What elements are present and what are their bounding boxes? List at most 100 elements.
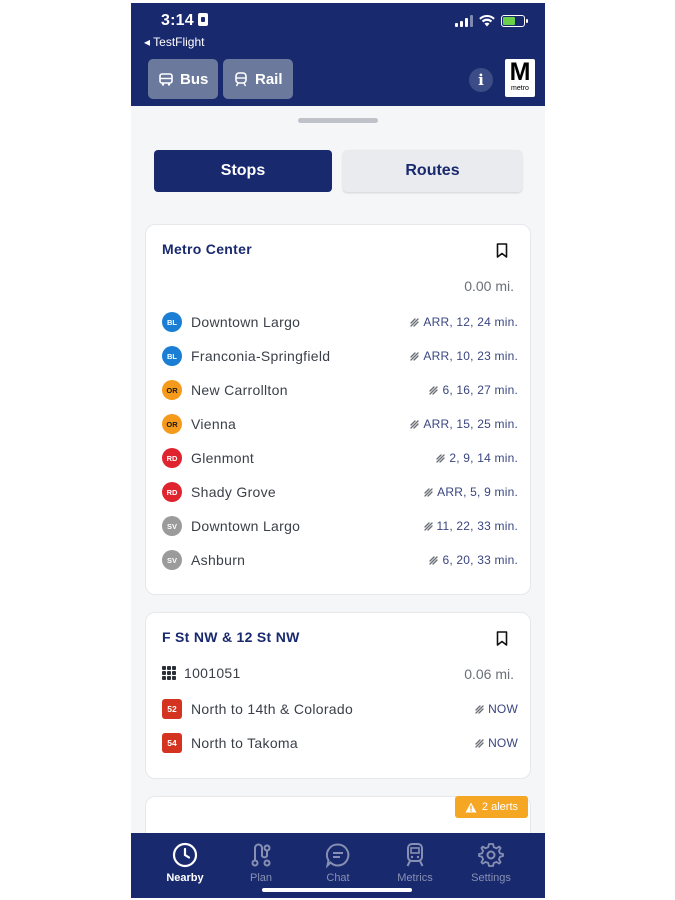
gear-icon [478, 843, 504, 867]
back-to-app-link[interactable]: ◂ TestFlight [144, 35, 205, 49]
destination: Ashburn [191, 552, 246, 568]
bus-arrival-row[interactable]: 52 North to 14th & Colorado NOW [162, 698, 518, 720]
cellular-signal-icon [455, 15, 473, 27]
status-icons [455, 15, 528, 27]
home-indicator[interactable] [262, 888, 412, 892]
arrival-times: ARR, 5, 9 min. [424, 485, 518, 499]
arrival-times-text: ARR, 12, 24 min. [423, 315, 518, 329]
stop-id: 1001051 [184, 665, 241, 681]
arrival-row[interactable]: OR New Carrollton 6, 16, 27 min. [162, 379, 518, 401]
metro-logo-letter: M [509, 58, 531, 86]
realtime-icon [475, 738, 484, 748]
arrival-times: 6, 20, 33 min. [429, 553, 518, 567]
route-badge: 52 [162, 699, 182, 719]
arrival-row[interactable]: SV Ashburn 6, 20, 33 min. [162, 549, 518, 571]
arrival-times: ARR, 12, 24 min. [410, 315, 518, 329]
bus-stop-card[interactable]: F St NW & 12 St NW 1001051 0.06 mi. 52 No… [145, 612, 531, 779]
realtime-icon [410, 419, 420, 429]
tab-chat[interactable]: Chat [298, 841, 378, 884]
destination: New Carrollton [191, 382, 288, 398]
arrival-times-text: ARR, 5, 9 min. [437, 485, 518, 499]
clock-icon [172, 842, 198, 868]
nearby-sheet: Stops Routes Metro Center 0.00 mi. BL Dow… [131, 106, 545, 876]
train-icon [406, 843, 424, 867]
tab-label: Chat [326, 872, 350, 884]
line-badge: OR [162, 380, 182, 400]
realtime-icon [410, 351, 420, 361]
lock-icon [197, 13, 208, 26]
warning-icon [465, 802, 477, 812]
line-badge: SV [162, 516, 182, 536]
realtime-icon [429, 385, 439, 395]
info-button[interactable]: i [469, 68, 493, 92]
bus-icon [159, 73, 173, 86]
rail-icon [235, 72, 247, 87]
destination: North to Takoma [191, 735, 298, 751]
app-screen: 3:14 ◂ TestFlight Bus Rail i M metro Sto… [131, 3, 545, 898]
realtime-icon [429, 555, 439, 565]
route-icon [251, 843, 271, 867]
stops-segment[interactable]: Stops [154, 150, 332, 192]
arrival-times-text: 6, 16, 27 min. [442, 383, 518, 397]
tab-label: Nearby [166, 872, 204, 884]
stop-id-row: 1001051 [162, 665, 241, 681]
sheet-grabber[interactable] [298, 118, 378, 123]
tab-bar: Nearby Plan Chat Metrics Settings [131, 833, 545, 898]
rail-mode-button[interactable]: Rail [223, 59, 293, 99]
route-badge: 54 [162, 733, 182, 753]
line-badge: OR [162, 414, 182, 434]
line-badge: BL [162, 312, 182, 332]
metro-logo: M metro [505, 59, 535, 97]
destination: North to 14th & Colorado [191, 701, 354, 717]
arrival-times-text: ARR, 15, 25 min. [423, 417, 518, 431]
status-time: 3:14 [161, 12, 208, 30]
arrival-row[interactable]: SV Downtown Largo 11, 22, 33 min. [162, 515, 518, 537]
arrival-row[interactable]: RD Shady Grove ARR, 5, 9 min. [162, 481, 518, 503]
bus-stop-name: F St NW & 12 St NW [162, 629, 300, 645]
arrival-times: 11, 22, 33 min. [423, 519, 519, 533]
destination: Shady Grove [191, 484, 277, 500]
tab-metrics[interactable]: Metrics [375, 841, 455, 884]
destination: Franconia-Springfield [191, 348, 331, 364]
arrival-times-text: 6, 20, 33 min. [442, 553, 518, 567]
destination: Downtown Largo [191, 314, 301, 330]
routes-segment[interactable]: Routes [343, 150, 522, 192]
destination: Glenmont [191, 450, 255, 466]
realtime-icon [423, 521, 433, 531]
tab-label: Plan [249, 872, 273, 884]
tab-plan[interactable]: Plan [221, 841, 301, 884]
arrival-times: 6, 16, 27 min. [429, 383, 518, 397]
bus-stop-distance: 0.06 mi. [464, 666, 514, 682]
arrival-row[interactable]: BL Downtown Largo ARR, 12, 24 min. [162, 311, 518, 333]
tab-nearby[interactable]: Nearby [145, 841, 225, 884]
realtime-icon [410, 317, 420, 327]
bus-arrival-row[interactable]: 54 North to Takoma NOW [162, 732, 518, 754]
tab-settings[interactable]: Settings [451, 841, 531, 884]
destination: Downtown Largo [191, 518, 301, 534]
station-card-metro-center[interactable]: Metro Center 0.00 mi. BL Downtown Largo AR… [145, 224, 531, 595]
metro-logo-word: metro [511, 85, 529, 92]
alerts-badge[interactable]: 2 alerts [454, 796, 528, 818]
arrival-row[interactable]: OR Vienna ARR, 15, 25 min. [162, 413, 518, 435]
line-badge: RD [162, 482, 182, 502]
tab-label: Metrics [397, 872, 433, 884]
chat-icon [325, 843, 350, 869]
destination: Vienna [191, 416, 237, 432]
arrival-times-text: NOW [488, 736, 518, 750]
realtime-icon [424, 487, 433, 497]
stop-grid-icon [162, 666, 176, 680]
arrival-row[interactable]: RD Glenmont 2, 9, 14 min. [162, 447, 518, 469]
realtime-icon [475, 704, 484, 714]
wifi-icon [479, 15, 495, 27]
arrival-times: NOW [475, 702, 518, 716]
line-badge: SV [162, 550, 182, 570]
arrival-times: NOW [475, 736, 518, 750]
arrival-row[interactable]: BL Franconia-Springfield ARR, 10, 23 min. [162, 345, 518, 367]
bus-mode-button[interactable]: Bus [148, 59, 219, 99]
bus-mode-label: Bus [180, 70, 209, 88]
clock-text: 3:14 [161, 12, 194, 29]
arrival-times: ARR, 10, 23 min. [410, 349, 518, 363]
bookmark-icon[interactable] [496, 631, 508, 646]
bookmark-icon[interactable] [496, 243, 508, 258]
arrival-times-text: 11, 22, 33 min. [436, 519, 518, 533]
